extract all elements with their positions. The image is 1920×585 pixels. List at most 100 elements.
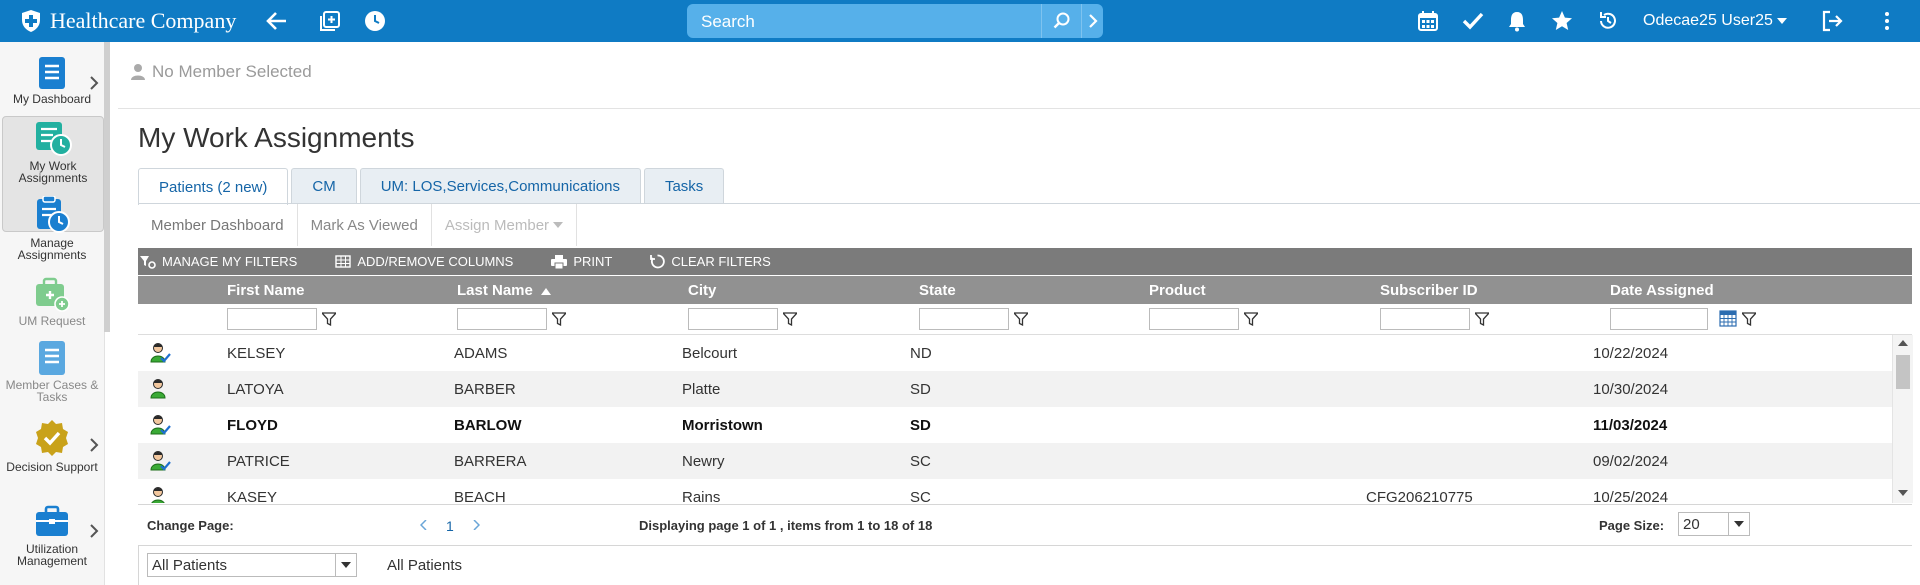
decision-support-badge-icon — [36, 420, 68, 456]
scroll-down-icon[interactable] — [1898, 490, 1908, 496]
table-row[interactable]: KELSEY ADAMS Belcourt ND 10/22/2024 — [138, 335, 1892, 371]
column-header-state[interactable]: State — [919, 282, 956, 299]
search-button[interactable] — [1041, 4, 1082, 38]
patients-filter-select[interactable]: All Patients — [147, 553, 357, 577]
cell-date-assigned: 11/03/2024 — [1593, 417, 1668, 434]
column-header-subscriber-id[interactable]: Subscriber ID — [1380, 282, 1478, 299]
cell-city: Newry — [682, 453, 725, 470]
filter-input-subscriber-id[interactable] — [1380, 308, 1470, 330]
member-checked-icon — [150, 415, 171, 435]
tab-cm[interactable]: CM — [291, 168, 357, 203]
filter-icon[interactable] — [322, 312, 336, 326]
more-vertical-icon[interactable] — [1875, 9, 1899, 33]
filter-input-last-name[interactable] — [457, 308, 547, 330]
filter-icon[interactable] — [552, 312, 566, 326]
sidebar-item-manage-assignments[interactable]: Manage Assignments — [2, 194, 102, 270]
page-size-select[interactable]: 20 — [1678, 512, 1750, 536]
sidebar-item-decision-support[interactable]: Decision Support — [2, 416, 102, 494]
print-button[interactable]: PRINT — [551, 254, 612, 269]
brand[interactable]: Healthcare Company — [20, 0, 236, 42]
user-menu[interactable]: Odecae25 User25 — [1643, 0, 1787, 42]
member-selector: No Member Selected — [130, 62, 312, 82]
refresh-icon — [650, 254, 666, 269]
filter-input-city[interactable] — [688, 308, 778, 330]
filter-input-date-assigned[interactable] — [1610, 308, 1708, 330]
cell-first-name: FLOYD — [227, 417, 278, 434]
add-remove-columns-button[interactable]: ADD/REMOVE COLUMNS — [335, 254, 513, 269]
filter-icon[interactable] — [783, 312, 797, 326]
star-icon[interactable] — [1550, 9, 1574, 33]
sidebar-item-my-dashboard[interactable]: My Dashboard — [2, 54, 102, 112]
calendar-icon[interactable] — [1416, 9, 1440, 33]
sidebar-scrollbar[interactable] — [104, 42, 110, 332]
table-row[interactable]: PATRICE BARRERA Newry SC 09/02/2024 — [138, 443, 1892, 479]
grid-scrollbar[interactable] — [1892, 335, 1913, 503]
filter-input-product[interactable] — [1149, 308, 1239, 330]
filter-icon[interactable] — [1014, 312, 1028, 326]
work-assignments-icon — [36, 122, 72, 156]
chevron-right-icon — [90, 76, 99, 90]
assign-member-label: Assign Member — [444, 216, 550, 234]
filter-input-first-name[interactable] — [227, 308, 317, 330]
sidebar-item-um-request[interactable]: UM Request — [2, 274, 102, 334]
grid-body: KELSEY ADAMS Belcourt ND 10/22/2024 LATO… — [138, 335, 1892, 503]
filter-icon[interactable] — [1742, 312, 1756, 326]
clear-filters-button[interactable]: CLEAR FILTERS — [650, 254, 771, 269]
patients-filter-label: All Patients — [387, 557, 463, 574]
column-header-product[interactable]: Product — [1149, 282, 1206, 299]
search-next-button[interactable] — [1081, 4, 1104, 38]
filter-icon[interactable] — [1244, 312, 1258, 326]
sidebar: My Dashboard My Work Assignments Manage … — [0, 42, 105, 585]
calendar-picker-icon[interactable] — [1719, 309, 1737, 327]
next-page-icon[interactable] — [473, 520, 480, 530]
logout-icon[interactable] — [1820, 9, 1844, 33]
chevron-right-icon — [1089, 14, 1098, 28]
caret-down-icon[interactable] — [1728, 513, 1749, 535]
prev-page-icon[interactable] — [420, 520, 427, 530]
history-icon[interactable] — [1596, 9, 1620, 33]
user-icon — [131, 64, 145, 80]
chevron-right-icon — [90, 438, 99, 452]
column-header-first-name[interactable]: First Name — [227, 282, 305, 299]
sidebar-item-label: Member Cases & Tasks — [5, 378, 99, 404]
clear-filters-label: CLEAR FILTERS — [671, 254, 771, 269]
member-dashboard-button[interactable]: Member Dashboard — [138, 204, 298, 246]
current-page-link[interactable]: 1 — [446, 518, 454, 534]
back-arrow-icon[interactable] — [265, 9, 289, 33]
search-input[interactable] — [699, 4, 1023, 40]
scroll-up-icon[interactable] — [1898, 340, 1908, 346]
column-header-last-name[interactable]: Last Name — [457, 282, 552, 299]
column-header-city[interactable]: City — [688, 282, 716, 299]
cell-state: SC — [910, 453, 931, 470]
cell-city: Rains — [682, 489, 721, 503]
filter-icon[interactable] — [1475, 312, 1489, 326]
filter-input-state[interactable] — [919, 308, 1009, 330]
tab-tasks[interactable]: Tasks — [643, 168, 725, 203]
column-header-date-assigned[interactable]: Date Assigned — [1610, 282, 1714, 299]
chevron-right-icon — [90, 524, 99, 538]
sidebar-item-label: Manage Assignments — [17, 236, 87, 262]
tab-um[interactable]: UM: LOS,Services,Communications — [359, 168, 641, 203]
sidebar-item-utilization-management[interactable]: Utilization Management — [2, 502, 102, 578]
caret-down-icon[interactable] — [335, 554, 356, 576]
change-page-label: Change Page: — [147, 518, 234, 533]
checkmark-icon[interactable] — [1461, 9, 1485, 33]
mark-as-viewed-button[interactable]: Mark As Viewed — [298, 204, 432, 246]
table-row[interactable]: FLOYD BARLOW Morristown SD 11/03/2024 — [138, 407, 1892, 443]
assign-member-dropdown[interactable]: Assign Member — [432, 204, 578, 246]
manage-filters-button[interactable]: MANAGE MY FILTERS — [140, 254, 297, 269]
scrollbar-thumb[interactable] — [1896, 355, 1910, 389]
add-remove-columns-label: ADD/REMOVE COLUMNS — [357, 254, 514, 269]
new-window-icon[interactable] — [318, 9, 342, 33]
manage-filters-label: MANAGE MY FILTERS — [162, 254, 298, 269]
sidebar-item-member-cases-tasks[interactable]: Member Cases & Tasks — [2, 338, 102, 408]
sort-ascending-icon — [541, 288, 552, 295]
cell-city: Belcourt — [682, 345, 738, 362]
table-row[interactable]: KASEY BEACH Rains SC CFG206210775 10/25/… — [138, 479, 1892, 503]
tab-patients[interactable]: Patients (2 new) — [138, 168, 289, 205]
table-row[interactable]: LATOYA BARBER Platte SD 10/30/2024 — [138, 371, 1892, 407]
bell-icon[interactable] — [1505, 9, 1529, 33]
clock-icon[interactable] — [363, 9, 387, 33]
cell-state: SD — [910, 417, 931, 434]
cell-first-name: LATOYA — [227, 381, 284, 398]
